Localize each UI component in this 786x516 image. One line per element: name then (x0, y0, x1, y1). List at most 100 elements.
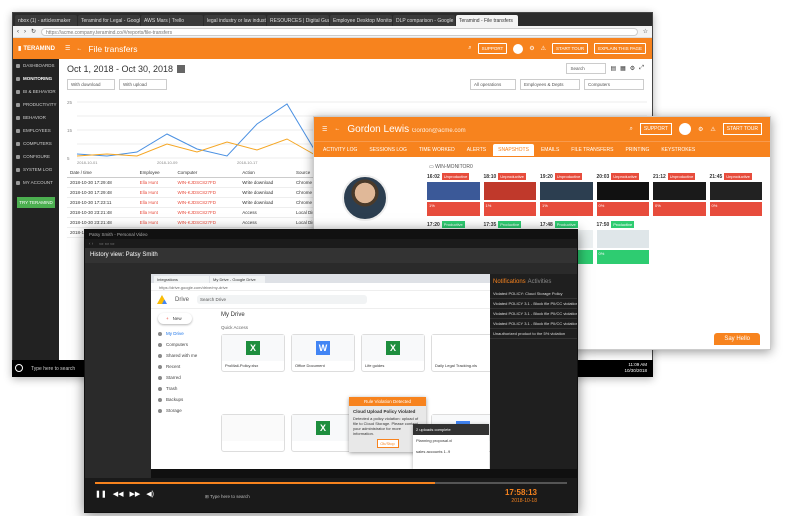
nav-monitoring[interactable]: MONITORING (13, 72, 59, 85)
file-card[interactable]: X Life guides (361, 334, 425, 372)
tab-alerts[interactable]: ALERTS (462, 144, 491, 156)
back-arrow-icon[interactable]: ← (334, 126, 340, 132)
snapshot-card[interactable]: 20:03 Unproductive 0% (596, 173, 649, 218)
tab-emails[interactable]: EMAILS (536, 144, 564, 156)
alert-icon[interactable]: ⚠ (541, 45, 546, 52)
browser-tab[interactable]: Employee Desktop Monitor (330, 15, 392, 26)
date-range[interactable]: Oct 1, 2018 - Oct 30, 2018 (67, 64, 173, 74)
table-row[interactable]: 2018-10-30 17:23:11 Ella Hunt WIN-KJDSC827… (67, 197, 332, 208)
notification-item[interactable]: Unauthorized product to the 5% violation (490, 329, 577, 339)
snapshot-card[interactable]: 21:45 Unproductive 0% (709, 173, 762, 218)
col-header[interactable]: Action (239, 168, 293, 178)
col-header[interactable]: Employee (136, 168, 175, 178)
try-teramind-button[interactable]: TRY TERAMIND (17, 197, 55, 208)
notification-item[interactable]: Violated POLICY 3.1 - Block file PII/CC … (490, 299, 577, 309)
filter-computers[interactable]: Computers (584, 79, 644, 90)
back-icon[interactable]: ‹ (17, 29, 19, 35)
rewind-icon[interactable]: ◀◀ (113, 490, 124, 498)
menu-icon[interactable]: ☰ (322, 126, 327, 133)
drive-url[interactable]: https://drive.google.com/drive/my-drive (151, 283, 490, 291)
cell-link[interactable]: Ella Hunt (136, 187, 175, 198)
start-tour-button[interactable]: START TOUR (552, 43, 589, 54)
tab-printing[interactable]: PRINTING (620, 144, 654, 156)
menu-icon[interactable]: ☰ (65, 45, 70, 52)
url-input[interactable]: https://acme.company.teramind.co/#/repor… (41, 27, 638, 36)
nav-shared[interactable]: Shared with me (154, 350, 214, 361)
dialog-ok-button[interactable]: Ok/Stop (376, 439, 399, 448)
say-hello-button[interactable]: Say Hello (714, 333, 760, 345)
support-button[interactable]: SUPPORT (477, 43, 508, 54)
star-icon[interactable]: ☆ (643, 28, 648, 35)
nav-storage[interactable]: Storage (154, 405, 214, 416)
file-card[interactable]: X (291, 414, 355, 452)
upload-item[interactable]: sales accounts 1..9 (413, 446, 489, 457)
table-row[interactable]: 2018-10-30 17:29:48 Ella Hunt WIN-KJDSC827… (67, 187, 332, 198)
nav-employees[interactable]: EMPLOYEES (13, 124, 59, 137)
browser-tab[interactable]: nbox (1) - articlesmaker (15, 15, 77, 26)
avatar[interactable] (679, 123, 691, 135)
print-icon[interactable]: ▦ (620, 65, 626, 72)
support-button[interactable]: SUPPORT (639, 123, 672, 135)
snapshot-card[interactable]: 19:20 Unproductive 1% (540, 173, 593, 218)
browser-tab[interactable]: AWS Mars | Trello (141, 15, 203, 26)
filter-operations[interactable]: All operations (470, 79, 516, 90)
forward-icon[interactable]: › (24, 29, 26, 35)
search-icon[interactable]: ⌕ (468, 45, 471, 52)
activities-tab[interactable]: Activities (528, 279, 552, 285)
table-row[interactable]: 2018-10-30 23:21:48Ella HuntWIN-KJDSC827… (67, 207, 332, 218)
filter-upload[interactable]: With upload (119, 79, 167, 90)
calendar-icon[interactable] (177, 64, 186, 73)
nav-my-account[interactable]: MY ACCOUNT (13, 176, 59, 189)
tab-keystrokes[interactable]: KEYSTROKES (656, 144, 700, 156)
cell-link[interactable]: Ella Hunt (136, 197, 175, 208)
notification-item[interactable]: Violated POLICY 3.1 - Block file PII/CC … (490, 319, 577, 329)
browser-tab[interactable]: DLP comparison - Google D (393, 15, 455, 26)
nav-trash[interactable]: Trash (154, 383, 214, 394)
pause-icon[interactable]: ❚❚ (95, 490, 107, 498)
nav-bi[interactable]: BI & BEHAVIOR (13, 85, 59, 98)
table-row[interactable]: 2018-10-30 17:29:48 Ella Hunt WIN-KJDSC827… (67, 177, 332, 188)
tab-sessions-log[interactable]: SESSIONS LOG (364, 144, 412, 156)
file-card[interactable]: W Office Document (291, 334, 355, 372)
gear-icon[interactable]: ⚙ (529, 45, 534, 52)
snapshot-card[interactable]: 18:10 Unproductive 1% (483, 173, 536, 218)
notification-item[interactable]: Violated POLICY 3.1 - Block file PII/CC … (490, 309, 577, 319)
upload-item[interactable]: Planning proposal.xl (413, 435, 489, 446)
notification-item[interactable]: Violated POLICY: Cloud Storage Policy (490, 289, 577, 299)
search-icon[interactable]: ⌕ (630, 126, 633, 133)
start-tour-button[interactable]: START TOUR (722, 123, 762, 135)
fullscreen-icon[interactable]: ⤢ (639, 65, 644, 72)
tab-snapshots[interactable]: SNAPSHOTS (493, 143, 534, 156)
snapshot-card[interactable]: 17:50 Productive 0% (596, 221, 649, 266)
browser-tab[interactable]: RESOURCES | Digital Guardi (267, 15, 329, 26)
cell-link[interactable]: Ella Hunt (136, 177, 175, 188)
avatar[interactable] (513, 43, 524, 54)
forward-icon[interactable]: ▶▶ (130, 490, 141, 498)
cell-link[interactable]: WIN-KJDSC827FD (174, 207, 240, 218)
tab-time-worked[interactable]: TIME WORKED (414, 144, 460, 156)
browser-tab[interactable]: Integrations (154, 276, 209, 283)
alert-icon[interactable]: ⚠ (710, 126, 715, 133)
file-card[interactable]: Daily Legal Tracking.xls (431, 334, 490, 372)
nav-behavior[interactable]: BEHAVIOR (13, 111, 59, 124)
col-header[interactable]: Computer (174, 168, 240, 178)
nav-starred[interactable]: Starred (154, 372, 214, 383)
cell-link[interactable]: WIN-KJDSC827FD (174, 187, 240, 198)
snapshot-card[interactable]: 21:12 Unproductive 0% (653, 173, 706, 218)
windows-start-icon[interactable] (15, 364, 23, 372)
browser-tab[interactable]: My Drive - Google Drive (210, 276, 265, 283)
nav-dashboards[interactable]: DASHBOARDS (13, 59, 59, 72)
export-icon[interactable]: ▤ (610, 65, 616, 72)
tab-activity-log[interactable]: ACTIVITY LOG (318, 144, 362, 156)
notifications-title[interactable]: Notifications (493, 279, 526, 285)
search-input[interactable]: Search (566, 63, 607, 74)
explain-page-button[interactable]: EXPLAIN THIS PAGE (594, 43, 646, 54)
cell-link[interactable]: WIN-KJDSC827FD (174, 177, 240, 188)
tab-file-transfers[interactable]: FILE TRANSFERS (566, 144, 618, 156)
browser-tab-active[interactable]: Teramind - File transfers (456, 15, 518, 26)
browser-tab[interactable]: legal industry or law indust (204, 15, 266, 26)
nav-configure[interactable]: CONFIGURE (13, 150, 59, 163)
nav-productivity[interactable]: PRODUCTIVITY (13, 98, 59, 111)
drive-search-input[interactable]: Search Drive (197, 295, 368, 304)
my-drive-title[interactable]: My Drive (221, 312, 245, 318)
